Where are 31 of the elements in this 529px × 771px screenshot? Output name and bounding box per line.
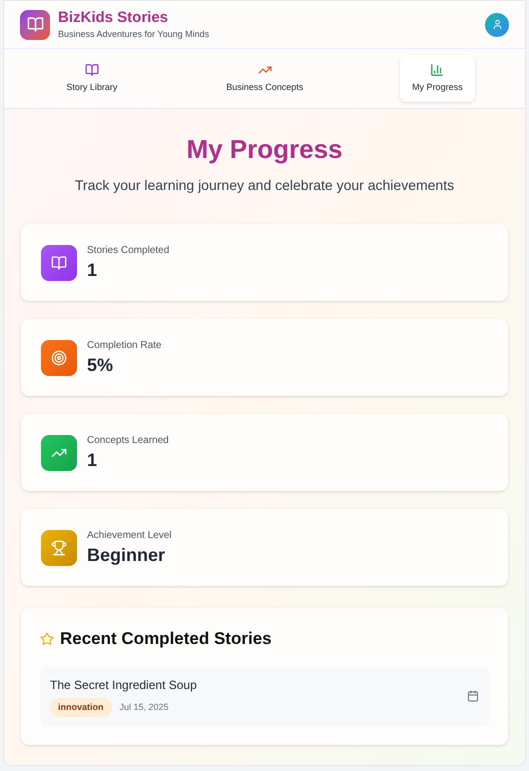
app-title: BizKids Stories: [58, 8, 170, 28]
category-tag: innovation: [50, 698, 112, 717]
nav-tab[interactable]: My Progress: [400, 54, 475, 102]
stat-value: Beginner: [87, 544, 166, 567]
stat-label: Achievement Level: [87, 529, 172, 543]
stat-label: Concepts Learned: [87, 434, 169, 448]
section-title: Recent Completed Stories: [60, 628, 272, 650]
logo-icon: [20, 10, 50, 40]
stat-label: Completion Rate: [87, 339, 162, 353]
page-title: My Progress: [186, 133, 343, 165]
target-icon: [41, 340, 77, 376]
trophy-icon: [41, 530, 77, 566]
stat-label: Stories Completed: [87, 244, 170, 258]
stat-value: 5%: [87, 354, 114, 377]
story-date: Jul 15, 2025: [120, 700, 169, 714]
star-icon: [40, 632, 54, 646]
story-title: The Secret Ingredient Soup: [50, 676, 197, 694]
user-icon: [492, 19, 502, 30]
page-subtitle: Track your learning journey and celebrate your achievements: [74, 176, 454, 195]
nav-tab[interactable]: Story Library: [54, 54, 130, 102]
trend-icon: [41, 434, 77, 470]
book-icon: [41, 244, 77, 280]
stat-value: 1: [87, 259, 98, 282]
story-row[interactable]: The Secret Ingredient Soup innovation Jul 15, 2025: [40, 666, 489, 726]
book-icon: [84, 62, 99, 77]
calendar-icon: [467, 690, 479, 702]
nav-tab[interactable]: Business Concepts: [214, 54, 316, 102]
app-subtitle: Business Adventures for Young Minds: [58, 28, 210, 41]
stat-value: 1: [87, 449, 98, 472]
profile-button[interactable]: [485, 12, 509, 36]
bar-chart-icon: [430, 62, 444, 77]
